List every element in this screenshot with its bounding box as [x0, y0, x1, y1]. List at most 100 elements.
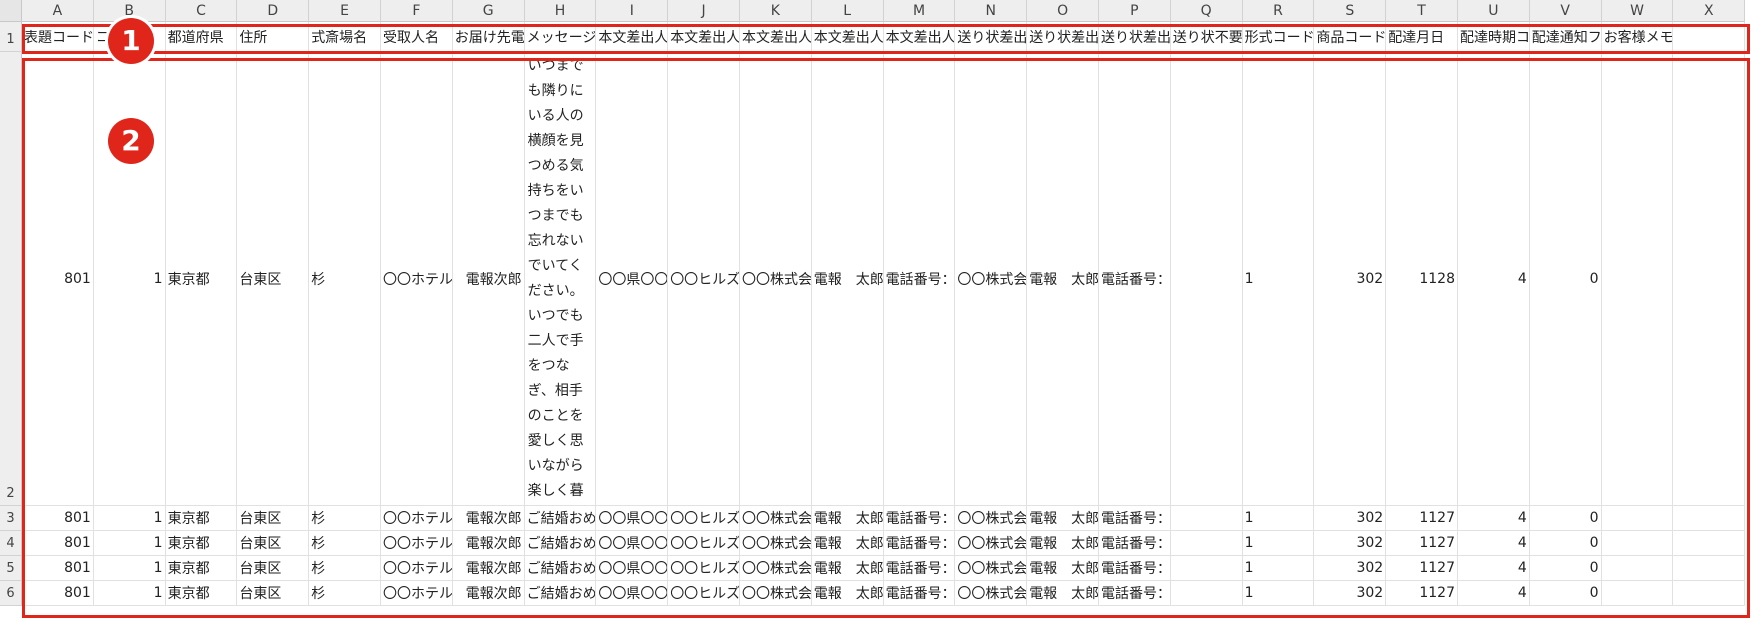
data-cell[interactable]: 電報 太郎	[811, 556, 884, 581]
data-cell[interactable]: 〇〇株式会	[955, 506, 1028, 531]
data-cell[interactable]: 電話番号：	[883, 52, 956, 506]
column-header-s[interactable]: S	[1314, 0, 1387, 22]
data-cell[interactable]: 電話番号：	[883, 556, 956, 581]
row-header-5[interactable]: 5	[0, 556, 22, 581]
data-cell[interactable]: 4	[1458, 531, 1530, 556]
data-cell[interactable]: 〇〇ヒルズ	[668, 531, 740, 556]
data-cell[interactable]: 〇〇ホテル	[381, 556, 453, 581]
header-cell[interactable]: 都道府県	[165, 22, 238, 52]
data-cell[interactable]: 1127	[1386, 531, 1458, 556]
data-cell[interactable]: 電話番号：０３－６０	[1099, 52, 1171, 506]
data-cell[interactable]: 〇〇ヒルズ	[668, 581, 740, 606]
header-cell[interactable]: 送り状差出	[955, 22, 1028, 52]
data-cell[interactable]: 台東区	[237, 52, 310, 506]
data-cell[interactable]: 電報 太郎	[811, 52, 884, 506]
data-cell[interactable]	[1601, 581, 1674, 606]
header-cell[interactable]: 住所	[237, 22, 310, 52]
data-cell[interactable]	[1673, 531, 1746, 556]
data-cell[interactable]: 電話番号：	[883, 506, 956, 531]
data-cell[interactable]: 電報 太郎	[1027, 581, 1099, 606]
header-cell[interactable]: お客様メモ	[1601, 22, 1674, 52]
data-cell[interactable]: 1	[1242, 531, 1315, 556]
data-cell[interactable]	[1673, 52, 1746, 506]
data-cell[interactable]: 電報次郎	[452, 506, 525, 531]
data-cell[interactable]: 1	[93, 531, 166, 556]
data-cell[interactable]: 〇〇株式会	[740, 581, 812, 606]
data-cell[interactable]: 0	[1529, 52, 1602, 506]
column-header-a[interactable]: A	[22, 0, 94, 22]
row-header-4[interactable]: 4	[0, 531, 22, 556]
data-cell[interactable]: 電報 太郎	[1027, 531, 1099, 556]
data-cell[interactable]: 〇〇県〇〇	[596, 52, 669, 506]
data-cell[interactable]: 1	[1242, 506, 1315, 531]
column-header-k[interactable]: K	[740, 0, 812, 22]
data-cell[interactable]: 〇〇ヒルズ	[668, 506, 740, 531]
data-cell[interactable]: 電報次郎	[452, 531, 525, 556]
row-header-2[interactable]: 2	[0, 52, 22, 506]
data-cell[interactable]: 台東区	[237, 581, 310, 606]
column-header-t[interactable]: T	[1386, 0, 1458, 22]
data-cell[interactable]: 1128	[1386, 52, 1458, 506]
data-cell[interactable]: 杉	[309, 556, 381, 581]
data-cell[interactable]: 4	[1458, 52, 1530, 506]
data-cell[interactable]: 302	[1314, 556, 1387, 581]
header-cell[interactable]: メッセージ	[524, 22, 597, 52]
data-cell[interactable]: 4	[1458, 581, 1530, 606]
column-header-q[interactable]: Q	[1170, 0, 1243, 22]
data-cell[interactable]: 〇〇株式会	[740, 506, 812, 531]
data-cell[interactable]: 東京都	[165, 556, 238, 581]
data-cell[interactable]: 電話番号：	[883, 581, 956, 606]
header-cell[interactable]: 配達時期コ	[1458, 22, 1530, 52]
column-header-l[interactable]: L	[811, 0, 884, 22]
data-cell[interactable]: 電報 太郎	[1027, 52, 1099, 506]
column-header-c[interactable]: C	[165, 0, 238, 22]
data-cell[interactable]: 電話番号：０３－６０	[1099, 506, 1171, 531]
data-cell[interactable]	[1601, 52, 1674, 506]
column-header-v[interactable]: V	[1529, 0, 1602, 22]
column-header-i[interactable]: I	[596, 0, 669, 22]
select-all-corner[interactable]	[0, 0, 22, 22]
data-cell[interactable]: 1	[93, 581, 166, 606]
data-cell[interactable]: 1127	[1386, 581, 1458, 606]
data-cell[interactable]	[1170, 556, 1243, 581]
data-cell[interactable]: 電報 太郎	[811, 531, 884, 556]
data-cell[interactable]	[1601, 531, 1674, 556]
data-cell[interactable]: 東京都	[165, 581, 238, 606]
data-cell[interactable]: 4	[1458, 506, 1530, 531]
data-cell[interactable]: 電話番号：０３－６０	[1099, 531, 1171, 556]
data-cell[interactable]: 1	[1242, 581, 1315, 606]
data-cell[interactable]: 〇〇ホテル	[381, 506, 453, 531]
data-cell[interactable]: 東京都	[165, 506, 238, 531]
data-cell[interactable]: 〇〇県〇〇	[596, 581, 669, 606]
header-cell[interactable]: 配達月日	[1386, 22, 1458, 52]
data-cell[interactable]	[1673, 506, 1746, 531]
data-cell[interactable]: 〇〇株式会	[955, 531, 1028, 556]
data-cell[interactable]: 302	[1314, 531, 1387, 556]
header-cell[interactable]: 送り状差出	[1027, 22, 1099, 52]
column-header-o[interactable]: O	[1027, 0, 1099, 22]
data-cell[interactable]: 〇〇株式会	[955, 581, 1028, 606]
column-header-p[interactable]: P	[1099, 0, 1171, 22]
data-cell[interactable]: 1127	[1386, 506, 1458, 531]
data-cell[interactable]: 1	[93, 506, 166, 531]
data-cell[interactable]: 電話番号：	[883, 531, 956, 556]
data-cell[interactable]: 1	[93, 556, 166, 581]
data-cell[interactable]: ご結婚おめでとう	[524, 506, 597, 531]
header-cell[interactable]: 形式コード	[1242, 22, 1315, 52]
data-cell[interactable]: 〇〇ホテル	[381, 52, 453, 506]
header-cell[interactable]: 本文差出人	[668, 22, 740, 52]
data-cell[interactable]: 杉	[309, 581, 381, 606]
data-cell[interactable]: 電報 太郎	[1027, 556, 1099, 581]
header-cell[interactable]: 本文差出人	[811, 22, 884, 52]
data-cell[interactable]: 〇〇株式会	[955, 556, 1028, 581]
header-cell[interactable]: 式斎場名	[309, 22, 381, 52]
row-header-6[interactable]: 6	[0, 581, 22, 606]
data-cell[interactable]: 0	[1529, 506, 1602, 531]
header-cell[interactable]: 送り状差出	[1099, 22, 1171, 52]
data-cell[interactable]: 〇〇ホテル	[381, 531, 453, 556]
header-cell[interactable]: 送り状不要	[1170, 22, 1243, 52]
data-cell[interactable]: 〇〇ヒルズ	[668, 52, 740, 506]
data-cell[interactable]: 801	[22, 581, 94, 606]
data-cell[interactable]	[1673, 556, 1746, 581]
column-header-x[interactable]: X	[1673, 0, 1746, 22]
